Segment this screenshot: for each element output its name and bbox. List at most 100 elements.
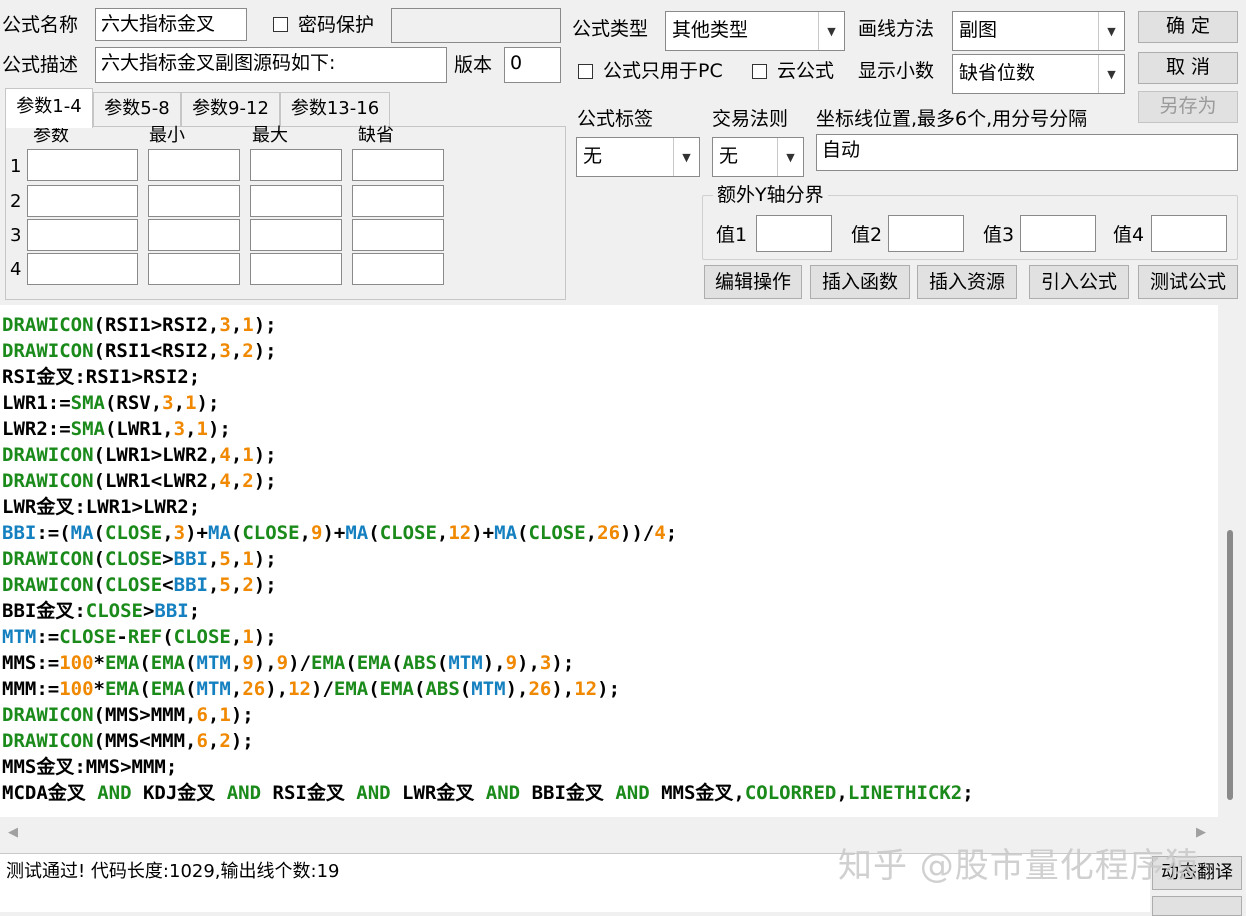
extra-y-label: 额外Y轴分界 <box>713 183 828 207</box>
insert-function-button[interactable]: 插入函数 <box>810 265 910 299</box>
draw-method-label: 画线方法 <box>858 18 935 40</box>
code-line: LWR1:=SMA(RSV,3,1); <box>2 392 220 414</box>
param-1-name-input[interactable] <box>27 149 138 181</box>
test-formula-button[interactable]: 测试公式 <box>1138 265 1238 299</box>
code-line: DRAWICON(MMS<MMM,6,2); <box>2 730 254 752</box>
formula-name-label: 公式名称 <box>2 14 79 36</box>
code-editor[interactable]: DRAWICON(RSI1>RSI2,3,1); DRAWICON(RSI1<RS… <box>0 305 1218 817</box>
status-text: 测试通过! 代码长度:1029,输出线个数:19 <box>6 861 340 882</box>
trade-rule-select[interactable]: 无 ▼ <box>712 137 804 177</box>
val2-input[interactable] <box>888 215 964 252</box>
param-row-number: 1 <box>10 156 22 177</box>
param-2-name-input[interactable] <box>27 185 138 217</box>
param-1-default-input[interactable] <box>352 149 444 181</box>
decimal-select[interactable]: 缺省位数 ▼ <box>952 54 1125 94</box>
chevron-down-icon: ▼ <box>1098 12 1124 50</box>
formula-tag-label: 公式标签 <box>577 108 654 130</box>
param-4-max-input[interactable] <box>250 253 342 285</box>
code-line: BBI金叉:CLOSE>BBI; <box>2 600 201 622</box>
chevron-down-icon: ▼ <box>673 138 699 176</box>
param-3-min-input[interactable] <box>148 219 240 251</box>
val4-input[interactable] <box>1151 215 1227 252</box>
code-line: MCDA金叉 AND KDJ金叉 AND RSI金叉 AND LWR金叉 AND… <box>2 782 974 804</box>
formula-name-input[interactable]: 六大指标金叉 <box>95 8 247 41</box>
param-header-min: 最小 <box>149 125 185 146</box>
tab-params-13-16[interactable]: 参数13-16 <box>280 92 390 126</box>
draw-method-select[interactable]: 副图 ▼ <box>952 11 1125 51</box>
code-line: DRAWICON(RSI1>RSI2,3,1); <box>2 314 277 336</box>
tab-params-9-12[interactable]: 参数9-12 <box>181 92 280 126</box>
formula-tag-select[interactable]: 无 ▼ <box>576 137 700 177</box>
draw-method-value: 副图 <box>959 19 998 41</box>
param-header-default: 缺省 <box>358 125 394 146</box>
param-3-default-input[interactable] <box>352 219 444 251</box>
chevron-down-icon: ▼ <box>777 138 803 176</box>
trade-rule-label: 交易法则 <box>712 108 789 130</box>
formula-desc-input[interactable]: 六大指标金叉副图源码如下: <box>95 47 447 83</box>
param-4-min-input[interactable] <box>148 253 240 285</box>
axis-position-label: 坐标线位置,最多6个,用分号分隔 <box>816 108 1088 130</box>
val1-label: 值1 <box>716 224 748 246</box>
password-label: 密码保护 <box>298 14 375 36</box>
param-4-default-input[interactable] <box>352 253 444 285</box>
param-header-max: 最大 <box>252 125 288 146</box>
edit-ops-button[interactable]: 编辑操作 <box>704 265 802 299</box>
code-line: DRAWICON(CLOSE>BBI,5,1); <box>2 548 277 570</box>
param-row-number: 2 <box>10 191 22 212</box>
ok-button[interactable]: 确 定 <box>1138 11 1238 43</box>
password-input[interactable] <box>391 8 561 43</box>
param-2-max-input[interactable] <box>250 185 342 217</box>
param-4-name-input[interactable] <box>27 253 138 285</box>
insert-resource-button[interactable]: 插入资源 <box>917 265 1017 299</box>
pc-only-label: 公式只用于PC <box>603 60 723 82</box>
import-formula-button[interactable]: 引入公式 <box>1029 265 1129 299</box>
code-line: MMM:=100*EMA(EMA(MTM,26),12)/EMA(EMA(ABS… <box>2 678 621 700</box>
val3-label: 值3 <box>983 224 1015 246</box>
cloud-label: 云公式 <box>777 60 835 82</box>
code-line: LWR2:=SMA(LWR1,3,1); <box>2 418 231 440</box>
code-line: DRAWICON(CLOSE<BBI,5,2); <box>2 574 277 596</box>
val3-input[interactable] <box>1020 215 1096 252</box>
axis-position-input[interactable]: 自动 <box>816 134 1238 171</box>
param-row-number: 3 <box>10 225 22 246</box>
trade-rule-value: 无 <box>719 145 739 167</box>
password-checkbox[interactable] <box>273 17 288 32</box>
formula-type-label: 公式类型 <box>572 18 649 40</box>
param-2-min-input[interactable] <box>148 185 240 217</box>
param-1-min-input[interactable] <box>148 149 240 181</box>
version-label: 版本 <box>454 54 493 76</box>
code-line: MTM:=CLOSE-REF(CLOSE,1); <box>2 626 277 648</box>
val4-label: 值4 <box>1113 224 1145 246</box>
pc-only-checkbox[interactable] <box>578 64 593 79</box>
decimal-value: 缺省位数 <box>959 62 1036 84</box>
code-line: RSI金叉:RSI1>RSI2; <box>2 366 201 388</box>
chevron-down-icon: ▼ <box>818 12 844 50</box>
code-line: MMS金叉:MMS>MMM; <box>2 756 178 778</box>
param-row-number: 4 <box>10 259 22 280</box>
version-input[interactable]: 0 <box>504 47 561 83</box>
decimal-label: 显示小数 <box>858 60 935 82</box>
param-2-default-input[interactable] <box>352 185 444 217</box>
param-1-max-input[interactable] <box>250 149 342 181</box>
formula-desc-label: 公式描述 <box>2 54 79 76</box>
vertical-scrollbar-thumb[interactable] <box>1227 530 1233 800</box>
val2-label: 值2 <box>851 224 883 246</box>
param-3-name-input[interactable] <box>27 219 138 251</box>
val1-input[interactable] <box>756 215 832 252</box>
cancel-button[interactable]: 取 消 <box>1138 52 1238 84</box>
code-line: LWR金叉:LWR1>LWR2; <box>2 496 201 518</box>
params-panel: 参数 最小 最大 缺省 1 2 3 4 <box>5 125 566 300</box>
code-line: DRAWICON(LWR1>LWR2,4,1); <box>2 444 277 466</box>
tab-params-5-8[interactable]: 参数5-8 <box>93 92 181 126</box>
scroll-left-icon[interactable]: ◀ <box>8 825 18 840</box>
save-as-button[interactable]: 另存为 <box>1138 91 1238 123</box>
tab-params-1-4[interactable]: 参数1-4 <box>5 88 93 128</box>
code-line: MMS:=100*EMA(EMA(MTM,9),9)/EMA(EMA(ABS(M… <box>2 652 575 674</box>
watermark-text: 知乎 @股市量化程序猿 <box>838 846 1200 886</box>
formula-type-select[interactable]: 其他类型 ▼ <box>665 11 845 51</box>
chevron-down-icon: ▼ <box>1098 55 1124 93</box>
cloud-checkbox[interactable] <box>752 64 767 79</box>
partial-button[interactable] <box>1152 896 1242 916</box>
param-3-max-input[interactable] <box>250 219 342 251</box>
formula-type-value: 其他类型 <box>672 19 749 41</box>
